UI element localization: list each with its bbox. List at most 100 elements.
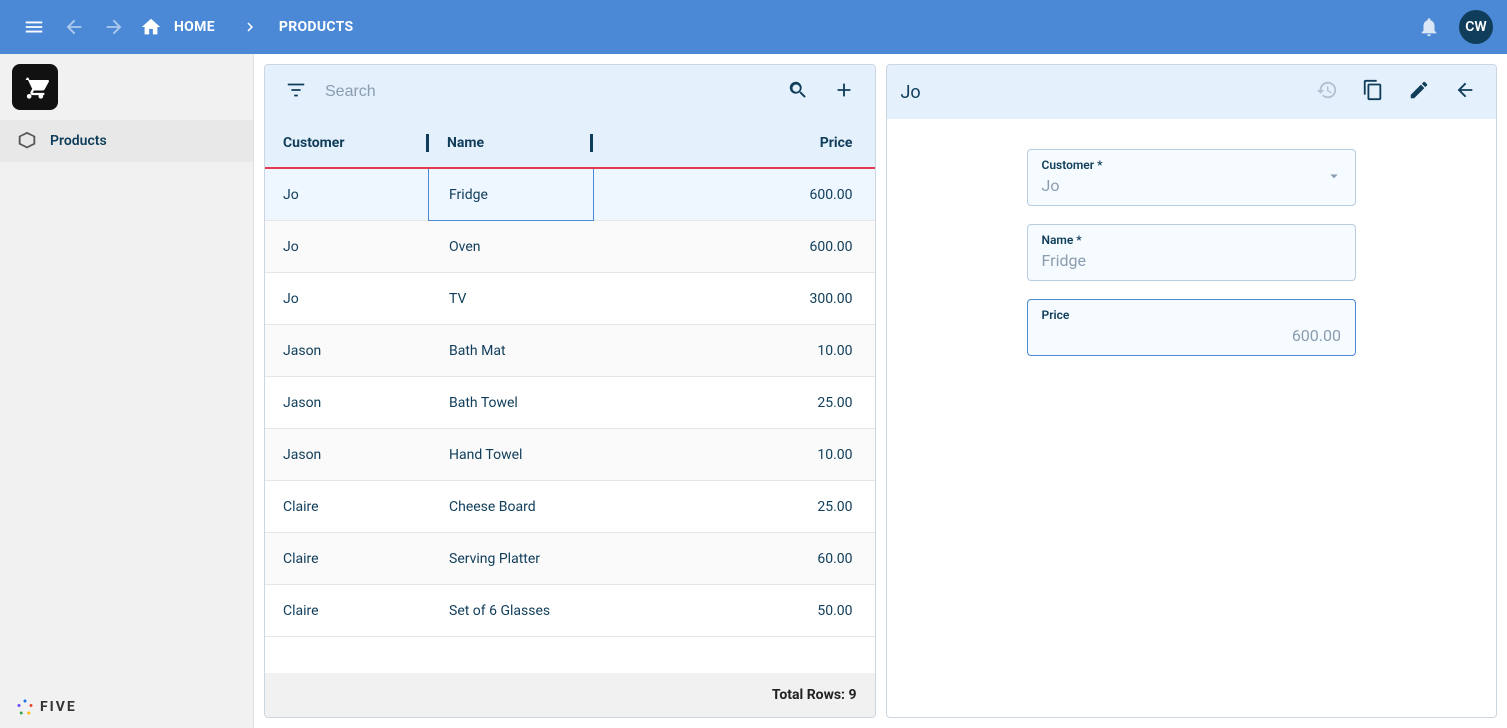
total-rows-label: Total Rows: 9 (772, 687, 857, 703)
sidebar-item-label: Products (50, 133, 107, 149)
five-mark-icon (16, 698, 34, 716)
detail-panel: Jo Customer * (886, 64, 1498, 718)
customer-field[interactable]: Customer * Jo (1027, 149, 1357, 206)
col-customer[interactable]: Customer (265, 135, 429, 151)
table-row[interactable]: ClaireSet of 6 Glasses50.00 (265, 585, 875, 637)
filter-button[interactable] (279, 73, 313, 111)
table-header: Customer Name Price (265, 119, 875, 169)
plus-icon (833, 79, 855, 101)
table-body[interactable]: JoFridge600.00JoOven600.00JoTV300.00Jaso… (265, 169, 875, 673)
detail-panel-header: Jo (887, 65, 1497, 119)
breadcrumb: HOME PRODUCTS (134, 7, 359, 47)
app-logo-box (12, 64, 58, 110)
search-icon (787, 79, 809, 101)
hamburger-icon (23, 16, 45, 38)
table-row[interactable]: JoOven600.00 (265, 221, 875, 273)
cell-price: 10.00 (593, 343, 875, 359)
cell-customer: Jo (265, 291, 429, 307)
search-input[interactable] (325, 83, 781, 101)
breadcrumb-home[interactable]: HOME (134, 7, 227, 47)
list-panel-header (265, 65, 875, 119)
sidebar-footer: FIVE (0, 686, 253, 728)
bell-icon (1418, 16, 1440, 38)
cell-price: 60.00 (593, 551, 875, 567)
cell-customer: Claire (265, 551, 429, 567)
back-button[interactable] (1448, 73, 1482, 111)
cell-customer: Jason (265, 447, 429, 463)
sidebar: Products FIVE (0, 54, 254, 728)
cell-customer: Jo (265, 187, 429, 203)
customer-field-label: Customer * (1042, 158, 1342, 172)
table-footer: Total Rows: 9 (265, 673, 875, 717)
cell-name: TV (429, 291, 593, 307)
table-row[interactable]: ClaireCheese Board25.00 (265, 481, 875, 533)
cell-customer: Claire (265, 499, 429, 515)
products-icon (16, 130, 38, 152)
chevron-down-icon (1325, 167, 1343, 185)
cell-customer: Jo (265, 239, 429, 255)
table-row[interactable]: JoFridge600.00 (265, 169, 875, 221)
cell-customer: Jason (265, 343, 429, 359)
copy-icon (1362, 79, 1384, 101)
table-row[interactable]: JasonBath Mat10.00 (265, 325, 875, 377)
chevron-right-icon (241, 18, 259, 36)
brand-label: FIVE (40, 699, 77, 715)
nav-forward-button[interactable] (94, 7, 134, 47)
history-button[interactable] (1310, 73, 1344, 111)
col-price[interactable]: Price (593, 135, 875, 151)
cell-price: 600.00 (593, 187, 875, 203)
price-field[interactable]: Price 600.00 (1027, 299, 1357, 356)
menu-button[interactable] (14, 7, 54, 47)
cell-name: Fridge (429, 169, 593, 220)
cell-name: Bath Mat (429, 343, 593, 359)
cell-customer: Jason (265, 395, 429, 411)
sidebar-item-products[interactable]: Products (0, 120, 253, 162)
nav-back-button[interactable] (54, 7, 94, 47)
dropdown-caret (1325, 167, 1343, 189)
sidebar-app-logo (0, 54, 253, 120)
name-field-label: Name * (1042, 233, 1342, 247)
table-row[interactable]: JasonHand Towel10.00 (265, 429, 875, 481)
list-panel: Customer Name Price JoFridge600.00JoOven… (264, 64, 876, 718)
price-field-value: 600.00 (1042, 326, 1342, 345)
history-icon (1316, 79, 1338, 101)
search-button[interactable] (781, 73, 815, 111)
products-table: Customer Name Price JoFridge600.00JoOven… (265, 119, 875, 717)
detail-body: Customer * Jo Name * Fridge Price 600.00 (887, 119, 1497, 717)
name-field-value: Fridge (1042, 251, 1342, 270)
cell-price: 600.00 (593, 239, 875, 255)
copy-button[interactable] (1356, 73, 1390, 111)
table-row[interactable]: JasonBath Towel25.00 (265, 377, 875, 429)
cell-price: 50.00 (593, 603, 875, 619)
cell-price: 10.00 (593, 447, 875, 463)
cell-name: Serving Platter (429, 551, 593, 567)
cell-name: Bath Towel (429, 395, 593, 411)
cell-name: Hand Towel (429, 447, 593, 463)
name-field[interactable]: Name * Fridge (1027, 224, 1357, 281)
breadcrumb-products-label[interactable]: PRODUCTS (279, 19, 354, 35)
top-bar: HOME PRODUCTS CW (0, 0, 1507, 54)
table-row[interactable]: ClaireServing Platter60.00 (265, 533, 875, 585)
cell-name: Set of 6 Glasses (429, 603, 593, 619)
brand-logo: FIVE (16, 698, 77, 716)
add-button[interactable] (827, 73, 861, 111)
table-row[interactable]: JoTV300.00 (265, 273, 875, 325)
arrow-left-icon (63, 16, 85, 38)
cell-customer: Claire (265, 603, 429, 619)
user-avatar[interactable]: CW (1459, 10, 1493, 44)
price-field-label: Price (1042, 308, 1342, 322)
cell-name: Cheese Board (429, 499, 593, 515)
main-area: Products FIVE (0, 54, 1507, 728)
col-name[interactable]: Name (429, 135, 593, 151)
arrow-left-icon (1454, 79, 1476, 101)
cell-name: Oven (429, 239, 593, 255)
notifications-button[interactable] (1409, 7, 1449, 47)
cell-price: 25.00 (593, 395, 875, 411)
cell-price: 25.00 (593, 499, 875, 515)
cart-icon (21, 73, 49, 101)
content-area: Customer Name Price JoFridge600.00JoOven… (254, 54, 1507, 728)
filter-icon (285, 79, 307, 101)
edit-button[interactable] (1402, 73, 1436, 111)
customer-field-value: Jo (1042, 176, 1342, 195)
pencil-icon (1408, 79, 1430, 101)
